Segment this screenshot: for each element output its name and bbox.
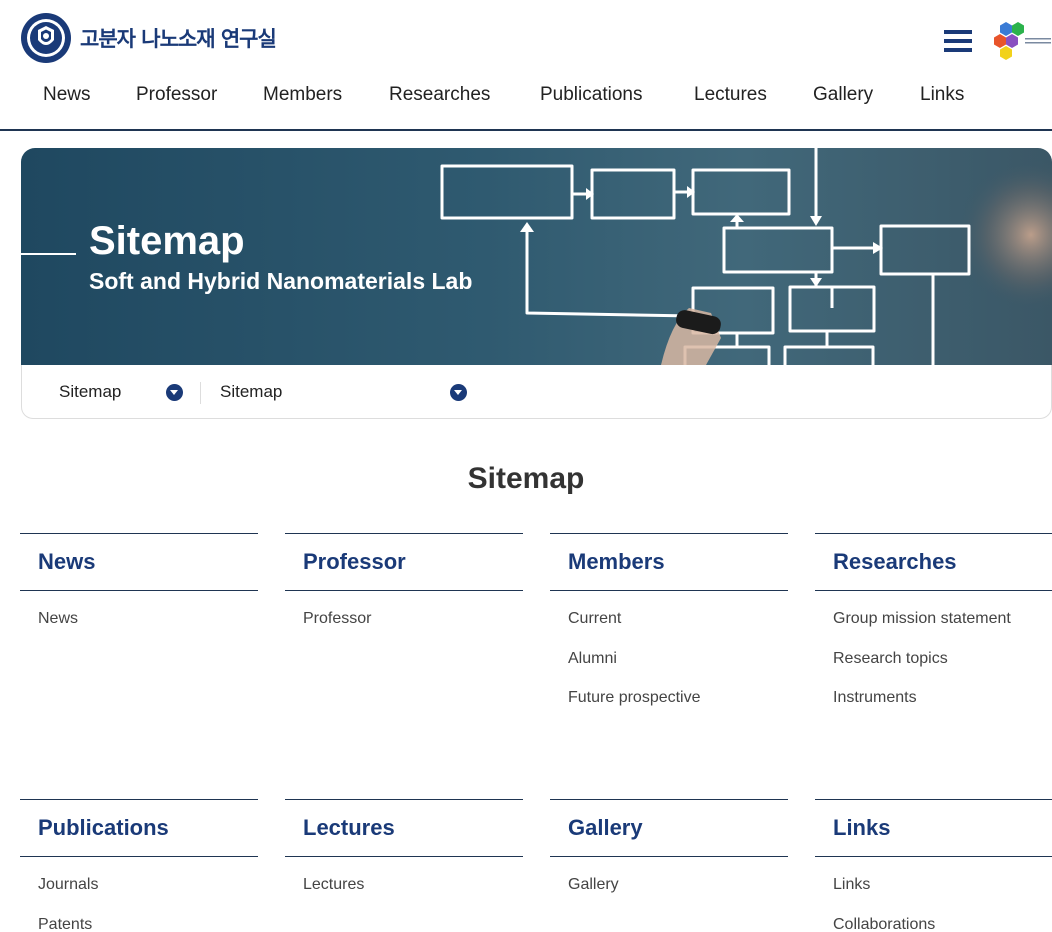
nav-members[interactable]: Members xyxy=(263,84,342,106)
breadcrumb: Sitemap Sitemap xyxy=(21,365,1052,419)
sitemap-group-title[interactable]: Gallery xyxy=(550,799,788,857)
sitemap-group-title[interactable]: Lectures xyxy=(285,799,523,857)
sitemap-group-title[interactable]: Professor xyxy=(285,533,523,591)
breadcrumb-depth2[interactable]: Sitemap xyxy=(220,365,282,419)
sitemap-group-title[interactable]: Publications xyxy=(20,799,258,857)
page-title: Sitemap xyxy=(467,462,585,495)
sitemap-link[interactable]: Journals xyxy=(38,875,258,915)
nav-gallery[interactable]: Gallery xyxy=(813,84,873,106)
sitemap-link[interactable]: Group mission statement xyxy=(833,609,1052,649)
lab-logo-icon xyxy=(994,22,1051,60)
sitemap-group-title[interactable]: Links xyxy=(815,799,1052,857)
sitemap-group-links: Links Links Collaborations xyxy=(815,799,1052,932)
sitemap-link[interactable]: Gallery xyxy=(568,875,788,915)
sitemap-group-title[interactable]: Researches xyxy=(815,533,1052,591)
breadcrumb-label: Sitemap xyxy=(220,382,283,401)
sitemap-group-lectures: Lectures Lectures xyxy=(285,799,523,915)
nav-lectures[interactable]: Lectures xyxy=(694,84,767,106)
sitemap-link[interactable]: Lectures xyxy=(303,875,523,915)
site-logo[interactable]: 고분자 나노소재 연구실 xyxy=(20,12,277,64)
sitemap-link[interactable]: Current xyxy=(568,609,788,649)
chevron-down-icon[interactable] xyxy=(166,384,183,401)
sitemap-group-title[interactable]: News xyxy=(20,533,258,591)
breadcrumb-label: Sitemap xyxy=(59,382,122,401)
sitemap-link[interactable]: News xyxy=(38,609,258,649)
university-seal-icon xyxy=(21,13,71,63)
sitemap-group-title[interactable]: Members xyxy=(550,533,788,591)
lab-name: 고분자 나노소재 연구실 xyxy=(80,27,277,51)
breadcrumb-divider xyxy=(200,382,201,404)
site-header: 고분자 나노소재 연구실 News Professor Members Rese… xyxy=(0,0,1052,131)
sitemap-link[interactable]: Alumni xyxy=(568,649,788,689)
banner-title: Sitemap xyxy=(89,219,245,263)
sitemap-link[interactable]: Professor xyxy=(303,609,523,649)
sitemap-group-publications: Publications Journals Patents xyxy=(20,799,258,932)
banner-accent-line xyxy=(0,253,76,255)
sitemap-link[interactable]: Links xyxy=(833,875,1052,915)
nav-professor[interactable]: Professor xyxy=(136,84,217,106)
sitemap-group-news: News News xyxy=(20,533,258,649)
sitemap-link[interactable]: Instruments xyxy=(833,688,1052,728)
hamburger-menu-icon[interactable] xyxy=(944,30,972,52)
chevron-down-icon[interactable] xyxy=(450,384,467,401)
sitemap-link[interactable]: Future prospective xyxy=(568,688,788,728)
sitemap-link[interactable]: Patents xyxy=(38,915,258,932)
page-banner: Sitemap Soft and Hybrid Nanomaterials La… xyxy=(21,148,1052,365)
nav-publications[interactable]: Publications xyxy=(540,84,642,106)
sitemap-group-researches: Researches Group mission statement Resea… xyxy=(815,533,1052,728)
breadcrumb-depth1[interactable]: Sitemap xyxy=(59,365,121,419)
sitemap-link[interactable]: Collaborations xyxy=(833,915,1052,932)
sitemap-group-professor: Professor Professor xyxy=(285,533,523,649)
nav-links[interactable]: Links xyxy=(920,84,964,106)
banner-subtitle: Soft and Hybrid Nanomaterials Lab xyxy=(89,268,473,294)
sitemap-group-gallery: Gallery Gallery xyxy=(550,799,788,915)
nav-news[interactable]: News xyxy=(43,84,91,106)
sitemap-link[interactable]: Research topics xyxy=(833,649,1052,689)
sitemap-group-members: Members Current Alumni Future prospectiv… xyxy=(550,533,788,728)
nav-researches[interactable]: Researches xyxy=(389,84,490,106)
main-nav: News Professor Members Researches Public… xyxy=(0,84,1052,114)
